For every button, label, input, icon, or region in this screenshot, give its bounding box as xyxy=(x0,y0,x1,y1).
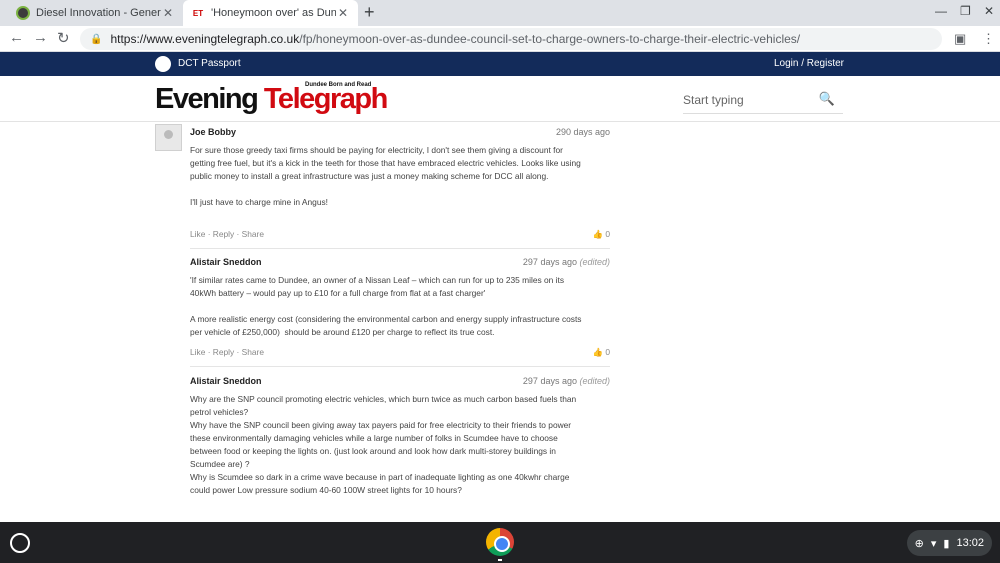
avatar xyxy=(155,124,182,151)
minimize-icon[interactable]: — xyxy=(935,4,947,18)
search-icon[interactable]: 🔍 xyxy=(819,91,835,107)
add-icon: ⊕ xyxy=(914,537,924,550)
running-indicator xyxy=(498,559,502,561)
tab-diesel-innovation[interactable]: Diesel Innovation - General Autom ✕ xyxy=(8,0,183,26)
forward-icon[interactable]: → xyxy=(33,29,48,46)
comment-item: Alistair Sneddon 297 days ago (edited) '… xyxy=(190,256,610,366)
masthead: Evening Telegraph Dundee Born and Read S… xyxy=(0,76,1000,122)
like-count[interactable]: 👍 0 xyxy=(593,228,610,241)
wifi-icon: ▾ xyxy=(930,537,937,550)
window-close-icon[interactable]: ✕ xyxy=(984,4,994,18)
tab-title: 'Honeymoon over' as Dundee co xyxy=(211,7,336,19)
dct-logo-icon xyxy=(155,56,171,72)
address-bar[interactable]: 🔒 https://www.eveningtelegraph.co.uk/fp/… xyxy=(80,28,942,50)
comments-section: Joe Bobby 290 days ago For sure those gr… xyxy=(155,122,610,522)
search-placeholder: Start typing xyxy=(683,93,744,107)
comment-item: Joe Bobby 290 days ago For sure those gr… xyxy=(190,126,610,244)
comment-time: 290 days ago xyxy=(555,127,610,137)
os-shelf: ⊕ ▾ ▮ 13:02 xyxy=(0,522,1000,563)
comment-item: Alistair Sneddon 297 days ago (edited) W… xyxy=(190,375,610,515)
comment-time: 297 days ago (edited) xyxy=(522,376,610,386)
restore-icon[interactable]: ❐ xyxy=(960,4,971,18)
launcher-icon[interactable] xyxy=(10,533,30,553)
like-count[interactable]: 👍 0 xyxy=(593,346,610,359)
comment-time: 297 days ago (edited) xyxy=(522,257,610,267)
battery-icon: ▮ xyxy=(943,537,950,550)
comment-author[interactable]: Joe Bobby xyxy=(190,126,236,139)
close-tab-icon[interactable]: ✕ xyxy=(336,6,350,20)
chrome-icon[interactable] xyxy=(486,528,514,556)
comment-body: 'If similar rates came to Dundee, an own… xyxy=(190,275,582,337)
et-favicon-icon: ET xyxy=(192,8,204,18)
comment-actions[interactable]: Like · Reply · Share xyxy=(190,228,264,241)
new-tab-icon[interactable]: + xyxy=(364,2,375,23)
comment-author[interactable]: Alistair Sneddon xyxy=(190,256,262,269)
status-tray[interactable]: ⊕ ▾ ▮ 13:02 xyxy=(906,530,992,556)
tab-title: Diesel Innovation - General Autom xyxy=(36,7,161,19)
comment-actions[interactable]: Like · Reply · Share xyxy=(190,346,264,359)
dct-passport-bar: DCT Passport Login / Register xyxy=(0,52,1000,76)
dct-passport-link[interactable]: DCT Passport xyxy=(178,58,241,69)
extension-icon[interactable]: ▣ xyxy=(954,31,966,47)
menu-icon[interactable]: ⋮ xyxy=(982,31,995,47)
comment-body: For sure those greedy taxi firms should … xyxy=(190,145,581,207)
logo-tagline: Dundee Born and Read xyxy=(305,82,372,88)
comment-body: Why are the SNP council promoting electr… xyxy=(190,394,577,495)
tab-strip: Diesel Innovation - General Autom ✕ ET '… xyxy=(0,0,1000,26)
url-path: /fp/honeymoon-over-as-dundee-council-set… xyxy=(299,32,801,46)
divider xyxy=(190,366,610,367)
back-icon[interactable]: ← xyxy=(9,29,24,46)
comment-author[interactable]: Alistair Sneddon xyxy=(190,375,262,388)
tab-evening-telegraph[interactable]: ET 'Honeymoon over' as Dundee co ✕ xyxy=(183,0,358,26)
lock-icon: 🔒 xyxy=(90,33,103,45)
divider xyxy=(190,248,610,249)
favicon-icon xyxy=(16,6,30,20)
clock: 13:02 xyxy=(956,537,984,549)
close-tab-icon[interactable]: ✕ xyxy=(161,6,175,20)
browser-toolbar: ← → ↻ 🔒 https://www.eveningtelegraph.co.… xyxy=(0,26,1000,52)
url-host: https://www.eveningtelegraph.co.uk xyxy=(110,32,300,46)
login-register-link[interactable]: Login / Register xyxy=(774,58,844,69)
reload-icon[interactable]: ↻ xyxy=(57,29,70,47)
search-input[interactable]: Start typing 🔍 xyxy=(683,90,843,114)
